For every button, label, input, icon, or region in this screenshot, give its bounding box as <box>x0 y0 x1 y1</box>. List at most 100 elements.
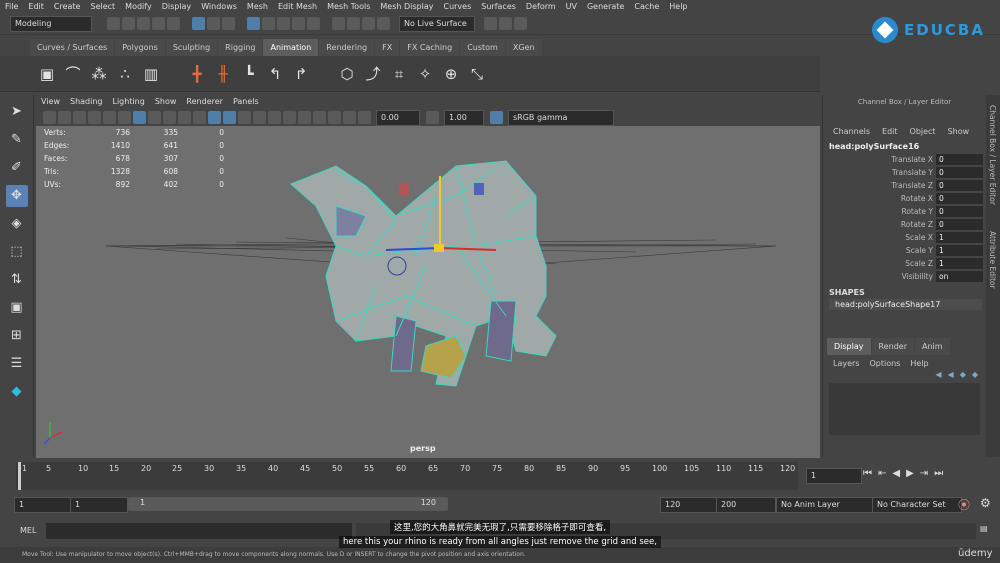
go-to-end-icon[interactable]: ⏭ <box>934 468 943 479</box>
grid-icon[interactable] <box>133 111 146 124</box>
layer-tab-anim[interactable]: Anim <box>914 338 950 355</box>
lasso-tool-icon[interactable]: ✎ <box>6 129 28 151</box>
snap-curve-icon[interactable] <box>262 17 275 30</box>
menu-surfaces[interactable]: Surfaces <box>481 0 516 13</box>
select-object-icon[interactable] <box>207 17 220 30</box>
wireframe-icon[interactable] <box>148 111 161 124</box>
symmetry-icon[interactable] <box>484 17 497 30</box>
tab-curves-surfaces[interactable]: Curves / Surfaces <box>30 39 115 56</box>
menu-file[interactable]: File <box>5 0 18 13</box>
camera-icon[interactable] <box>43 111 56 124</box>
select-tool-icon[interactable]: ➤ <box>6 101 28 123</box>
play-icon[interactable]: ▶ <box>906 468 914 479</box>
undo-icon[interactable] <box>152 17 165 30</box>
redo-icon[interactable] <box>167 17 180 30</box>
start-time-field[interactable]: 1 <box>14 497 72 513</box>
new-scene-icon[interactable] <box>107 17 120 30</box>
attr-value[interactable]: 0 <box>936 167 983 178</box>
go-to-start-icon[interactable]: ⏮ <box>863 468 872 479</box>
color-space-dropdown[interactable]: sRGB gamma <box>508 109 614 126</box>
tab-sculpting[interactable]: Sculpting <box>165 39 218 56</box>
viewport[interactable]: Verts: 736 335 0 Edges: 1410 641 0 Faces… <box>36 126 820 458</box>
tab-polygons[interactable]: Polygons <box>115 39 165 56</box>
select-component-icon[interactable] <box>222 17 235 30</box>
gamma-knob-icon[interactable] <box>426 111 439 124</box>
attr-visibility[interactable]: Visibility on <box>823 270 986 283</box>
exposure-icon[interactable] <box>313 111 326 124</box>
key-selected-icon[interactable]: ╫ <box>213 64 233 84</box>
viewport-menu-view[interactable]: View <box>41 95 60 109</box>
layer-move-down-icon[interactable]: ◀ <box>948 370 954 379</box>
paint-weights-icon[interactable]: ⤴ <box>363 64 383 84</box>
four-view-icon[interactable]: ⊞ <box>6 325 28 347</box>
ik-handle-icon[interactable]: ↰ <box>265 64 285 84</box>
menu-mesh-tools[interactable]: Mesh Tools <box>327 0 370 13</box>
menu-curves[interactable]: Curves <box>443 0 471 13</box>
dof-icon[interactable] <box>298 111 311 124</box>
paint-select-icon[interactable]: ✐ <box>6 157 28 179</box>
range-slider[interactable]: 1 120 <box>128 497 448 511</box>
attr-translate-x[interactable]: Translate X0 <box>823 153 986 166</box>
menu-create[interactable]: Create <box>54 0 81 13</box>
menu-uv[interactable]: UV <box>566 0 577 13</box>
viewport-menu-show[interactable]: Show <box>155 95 177 109</box>
ipr-render-icon[interactable] <box>362 17 375 30</box>
save-scene-icon[interactable] <box>137 17 150 30</box>
step-back-key-icon[interactable]: ⇤ <box>878 468 886 479</box>
layer-tab-display[interactable]: Display <box>827 338 871 355</box>
character-set-dropdown[interactable]: No Character Set <box>872 497 962 513</box>
tab-animation[interactable]: Animation <box>263 39 319 56</box>
attr-rotate-x[interactable]: Rotate X0 <box>823 192 986 205</box>
attr-value[interactable]: 0 <box>936 219 983 230</box>
constraint-icon[interactable]: ⤡ <box>467 64 487 84</box>
viewport-menu-panels[interactable]: Panels <box>233 95 259 109</box>
playback-start-field[interactable]: 1 <box>70 497 128 513</box>
rotate-tool-icon[interactable]: ◈ <box>6 213 28 235</box>
timeline-track[interactable] <box>16 462 798 490</box>
menu-edit-mesh[interactable]: Edit Mesh <box>278 0 317 13</box>
attr-value[interactable]: 1 <box>936 232 983 243</box>
step-forward-key-icon[interactable]: ⇥ <box>920 468 928 479</box>
ghost-icon[interactable]: ⁂ <box>89 64 109 84</box>
graph-editor-icon[interactable]: ▥ <box>141 64 161 84</box>
playhead[interactable] <box>18 462 21 490</box>
attr-scale-x[interactable]: Scale X1 <box>823 231 986 244</box>
menu-deform[interactable]: Deform <box>526 0 556 13</box>
channel-menu-channels[interactable]: Channels <box>833 127 870 136</box>
attr-value[interactable]: 0 <box>936 154 983 165</box>
aa-icon[interactable] <box>283 111 296 124</box>
menu-mesh-display[interactable]: Mesh Display <box>380 0 433 13</box>
bind-skin-icon[interactable]: ⬡ <box>337 64 357 84</box>
textured-icon[interactable] <box>178 111 191 124</box>
side-tab-channel-box[interactable]: Channel Box / Layer Editor <box>988 105 997 205</box>
attr-value[interactable]: 0 <box>936 206 983 217</box>
layer-menu-help[interactable]: Help <box>910 359 928 368</box>
menu-help[interactable]: Help <box>669 0 687 13</box>
select-hierarchy-icon[interactable] <box>192 17 205 30</box>
image-plane-icon[interactable] <box>88 111 101 124</box>
gamma-icon[interactable] <box>328 111 341 124</box>
color-mgmt-icon[interactable] <box>343 111 356 124</box>
render-icon[interactable] <box>347 17 360 30</box>
shape-name[interactable]: head:polySurfaceShape17 <box>829 299 982 310</box>
construction-history-icon[interactable] <box>332 17 345 30</box>
end-time-field[interactable]: 200 <box>716 497 776 513</box>
playblast-icon[interactable]: ▣ <box>37 64 57 84</box>
layer-menu-options[interactable]: Options <box>869 359 900 368</box>
step-back-frame-icon[interactable]: ◀ <box>892 468 900 479</box>
ik-spline-icon[interactable]: ↱ <box>291 64 311 84</box>
tab-fx[interactable]: FX <box>375 39 400 56</box>
attr-value[interactable]: 0 <box>936 193 983 204</box>
set-key-icon[interactable]: ╋ <box>187 64 207 84</box>
viewport-menu-shading[interactable]: Shading <box>70 95 103 109</box>
menu-modify[interactable]: Modify <box>125 0 152 13</box>
ao-icon[interactable] <box>268 111 281 124</box>
motion-trail-icon[interactable]: ⌒ <box>63 64 83 84</box>
snap-live-icon[interactable] <box>307 17 320 30</box>
camera-attr-icon[interactable] <box>58 111 71 124</box>
exposure-knob-icon[interactable] <box>358 111 371 124</box>
preferences-icon[interactable]: ⚙ <box>980 496 991 510</box>
attr-translate-y[interactable]: Translate Y0 <box>823 166 986 179</box>
channel-menu-edit[interactable]: Edit <box>882 127 898 136</box>
tab-rendering[interactable]: Rendering <box>319 39 375 56</box>
